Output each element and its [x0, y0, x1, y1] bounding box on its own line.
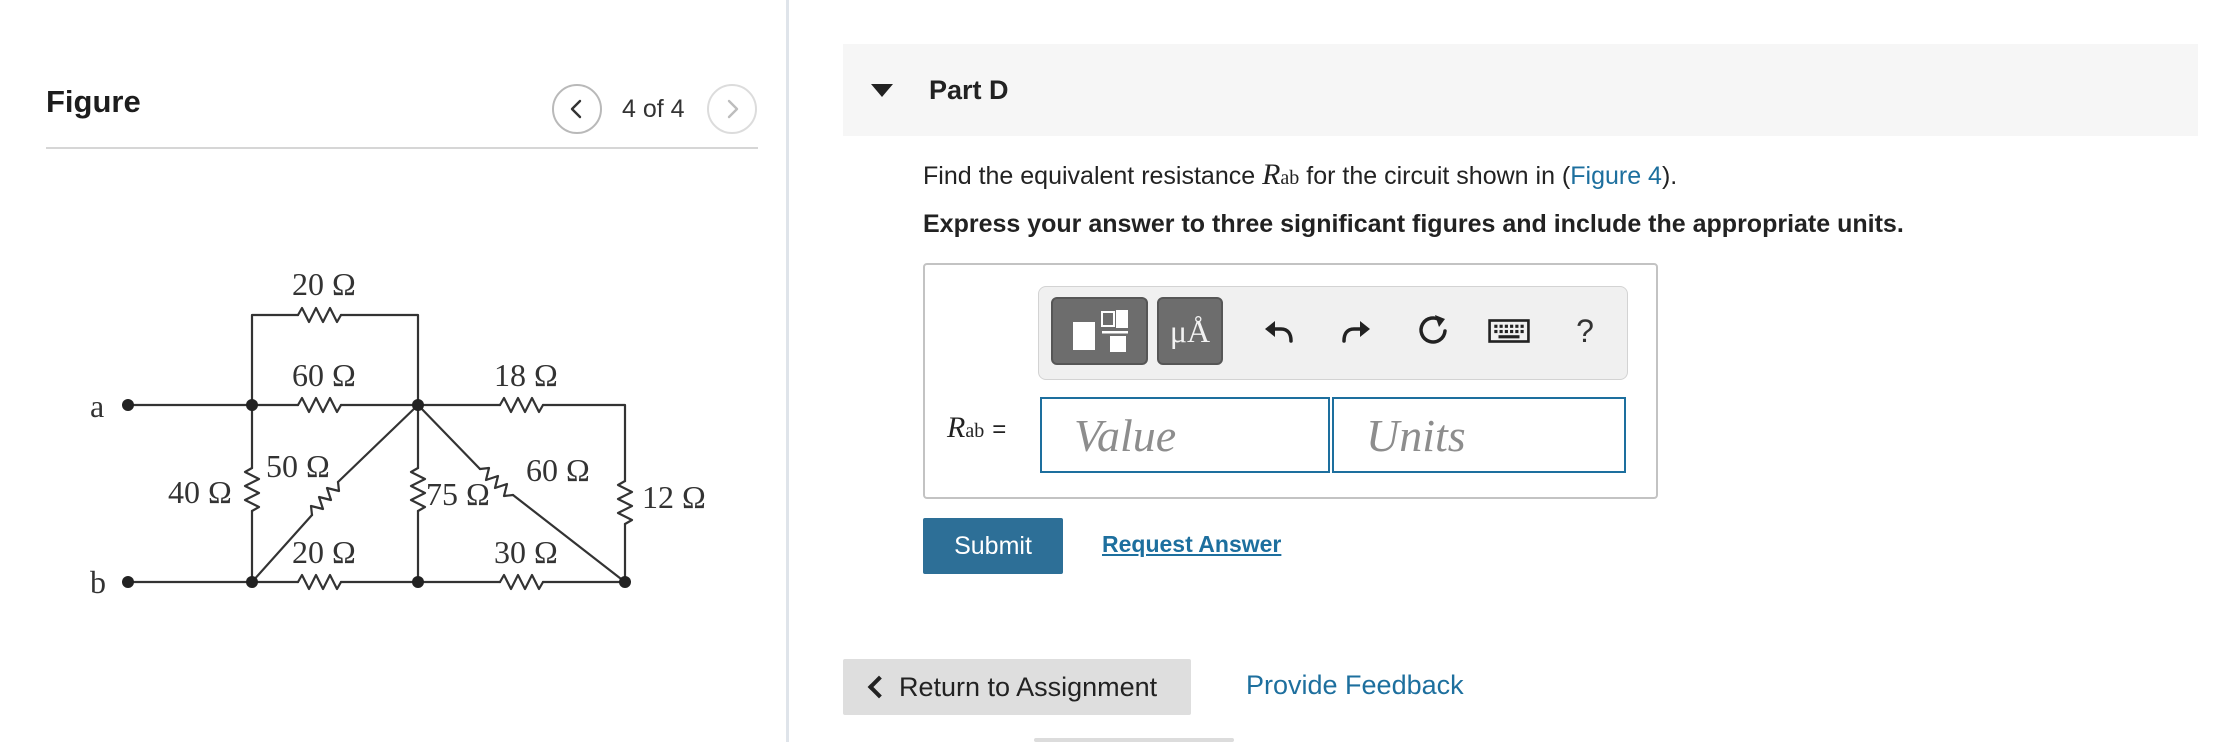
provide-feedback-link[interactable]: Provide Feedback	[1246, 670, 1464, 701]
chevron-left-icon	[867, 675, 891, 699]
resistor-12-label: 12 Ω	[642, 479, 706, 515]
resistor-30-label: 30 Ω	[494, 534, 558, 570]
help-button[interactable]: ?	[1563, 309, 1607, 353]
answer-label: Rab =	[947, 411, 1007, 444]
node-a-terminal	[122, 399, 134, 411]
value-input[interactable]	[1040, 397, 1330, 473]
return-to-assignment-button[interactable]: Return to Assignment	[843, 659, 1191, 715]
figure-navigation: 4 of 4	[552, 84, 757, 134]
prev-figure-button[interactable]	[552, 84, 602, 134]
bottom-scroll-indicator	[1034, 738, 1234, 742]
circuit-diagram: a b 20 Ω 60 Ω 18 Ω 40 Ω 50 Ω 75 Ω 60 Ω 1…	[90, 266, 706, 600]
help-icon: ?	[1576, 312, 1594, 349]
units-input[interactable]	[1332, 397, 1626, 473]
units-button[interactable]: μÅ	[1157, 297, 1223, 365]
keyboard-icon	[1488, 319, 1530, 343]
reset-icon	[1419, 315, 1447, 344]
resistor-20-top-label: 20 Ω	[292, 266, 356, 302]
caret-down-icon	[871, 83, 893, 97]
keyboard-button[interactable]	[1487, 309, 1531, 353]
r-ab-variable: R	[1262, 158, 1281, 191]
resistor-20-bottom-label: 20 Ω	[292, 534, 356, 570]
resistor-50-label: 50 Ω	[266, 448, 330, 484]
templates-button[interactable]	[1051, 297, 1148, 365]
figure-4-link[interactable]: Figure 4	[1570, 162, 1662, 190]
reset-button[interactable]	[1411, 309, 1455, 353]
request-answer-link[interactable]: Request Answer	[1102, 531, 1281, 558]
redo-button[interactable]	[1334, 309, 1378, 353]
templates-icon	[1072, 310, 1128, 352]
chevron-left-icon	[570, 99, 582, 119]
resistor-60-top-label: 60 Ω	[292, 357, 356, 393]
figure-divider	[46, 147, 758, 149]
part-title: Part D	[929, 74, 1009, 105]
figure-title: Figure	[46, 84, 141, 119]
undo-icon	[1265, 321, 1293, 343]
panel-divider	[786, 0, 789, 742]
part-d-header[interactable]: Part D	[843, 44, 2198, 136]
figure-counter: 4 of 4	[622, 94, 685, 123]
resistor-18-label: 18 Ω	[494, 357, 558, 393]
resistor-40-label: 40 Ω	[168, 474, 232, 510]
chevron-right-icon	[727, 99, 738, 119]
question-text: Find the equivalent resistance Rab for t…	[923, 158, 1678, 191]
submit-button[interactable]: Submit	[923, 518, 1063, 574]
resistor-60-diag-label: 60 Ω	[526, 452, 590, 488]
math-toolbar: μÅ ?	[1038, 286, 1628, 380]
instruction-text: Express your answer to three significant…	[923, 210, 1904, 238]
node-a-label: a	[90, 388, 104, 424]
undo-button[interactable]	[1257, 309, 1301, 353]
node-b-terminal	[122, 576, 134, 588]
resistor-75-label: 75 Ω	[426, 476, 490, 512]
redo-icon	[1342, 321, 1370, 343]
node-b-label: b	[90, 564, 106, 600]
next-figure-button[interactable]	[706, 84, 757, 134]
answer-box: μÅ ? Rab = Value Units	[923, 263, 1658, 499]
